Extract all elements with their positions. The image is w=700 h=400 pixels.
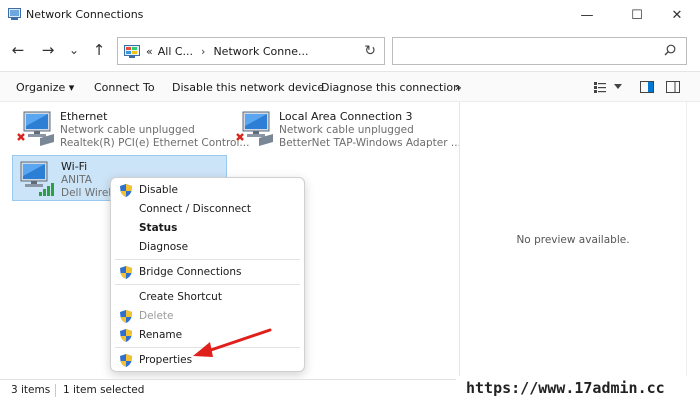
minimize-button[interactable]: — [564,0,610,30]
address-bar[interactable]: « All C... › Network Conne... ↻ [117,37,385,65]
preview-pane-icon[interactable] [640,81,654,93]
chevron-down-icon: ⌄ [68,43,80,57]
menu-item-disable[interactable]: Disable [111,181,304,200]
connection-item-local-area-connection-3[interactable]: Local Area Connection 3 Network cable un… [231,106,461,152]
command-bar: Organize ▾ Connect To Disable this netwo… [0,72,700,102]
connection-status: Network cable unplugged [279,124,414,136]
network-adapter-icon [17,111,54,146]
navigation-bar: ← → ⌄ ↑ « All C... › Network Conne... ↻ [0,30,700,72]
context-menu: Disable Connect / Disconnect Status Diag… [110,177,305,372]
chevron-down-icon[interactable] [614,84,622,90]
close-icon: ✕ [671,7,683,23]
menu-separator [115,284,300,285]
connection-status: Network cable unplugged [60,124,195,136]
menu-item-delete: Delete [111,307,304,326]
breadcrumb-overflow[interactable]: « [146,45,153,58]
close-button[interactable]: ✕ [654,0,700,30]
connection-name: Ethernet [60,110,108,123]
network-connections-icon [8,8,21,20]
breadcrumb-separator[interactable]: › [201,45,205,58]
window-title: Network Connections [26,8,144,21]
menu-item-create-shortcut[interactable]: Create Shortcut [111,288,304,307]
status-divider [55,384,56,397]
menu-item-label: Rename [139,329,183,341]
preview-pane: No preview available. [459,102,685,379]
connect-to-button[interactable]: Connect To [94,81,155,94]
recent-locations-button[interactable]: ⌄ [63,39,85,61]
breadcrumb-network-connections[interactable]: Network Conne... [213,45,308,58]
connection-device: BetterNet TAP-Windows Adapter ... [279,137,461,149]
title-bar: Network Connections — ☐ ✕ [0,0,700,30]
uac-shield-icon [120,354,132,367]
control-panel-icon [124,44,140,58]
arrow-up-icon: ↑ [92,41,106,59]
menu-item-label: Disable [139,184,178,196]
connection-device: Realtek(R) PCI(e) Ethernet Control... [60,137,250,149]
no-preview-message: No preview available. [516,234,630,246]
connection-name: Local Area Connection 3 [279,110,413,123]
minimize-icon: — [580,7,594,23]
uac-shield-icon [120,184,132,197]
view-options-icon[interactable] [594,81,606,93]
more-commands-button[interactable]: » [455,81,462,94]
watermark: https://www.17admin.cc [456,376,700,400]
menu-item-properties[interactable]: Properties [111,351,304,370]
uac-shield-icon [120,266,132,279]
menu-separator [115,347,300,348]
menu-item-label: Create Shortcut [139,291,222,303]
connection-status: ANITA [61,174,92,186]
menu-item-label: Status [139,222,178,234]
menu-item-rename[interactable]: Rename [111,326,304,345]
up-button[interactable]: ↑ [88,39,110,61]
menu-item-label: Properties [139,354,193,366]
selection-count: 1 item selected [63,384,145,396]
connection-item-ethernet[interactable]: Ethernet Network cable unplugged Realtek… [12,106,249,152]
arrow-right-icon: → [41,41,55,59]
breadcrumb-all-control-panel[interactable]: All C... [158,45,193,58]
menu-item-label: Delete [139,310,174,322]
uac-shield-icon [120,329,132,342]
connection-name: Wi-Fi [61,160,88,173]
item-count: 3 items [11,384,51,396]
menu-separator [115,259,300,260]
disable-device-button[interactable]: Disable this network device [172,81,324,94]
menu-item-bridge-connections[interactable]: Bridge Connections [111,263,304,282]
menu-item-diagnose[interactable]: Diagnose [111,238,304,257]
search-input[interactable] [392,37,687,65]
diagnose-connection-button[interactable]: Diagnose this connection [321,81,460,94]
vertical-scrollbar[interactable] [686,102,700,379]
menu-item-label: Bridge Connections [139,266,242,278]
maximize-icon: ☐ [631,7,643,23]
organize-menu[interactable]: Organize ▾ [16,81,74,94]
network-adapter-icon [236,111,273,146]
arrow-left-icon: ← [11,41,25,59]
search-icon [664,44,676,56]
details-pane-icon[interactable] [666,81,680,93]
menu-item-connect-disconnect[interactable]: Connect / Disconnect [111,200,304,219]
refresh-icon[interactable]: ↻ [364,43,376,59]
menu-item-status[interactable]: Status [111,219,304,238]
forward-button[interactable]: → [37,39,59,61]
back-button[interactable]: ← [7,39,29,61]
menu-item-label: Connect / Disconnect [139,203,251,215]
menu-item-label: Diagnose [139,241,189,253]
uac-shield-icon [120,310,132,323]
wifi-adapter-icon [20,161,54,196]
